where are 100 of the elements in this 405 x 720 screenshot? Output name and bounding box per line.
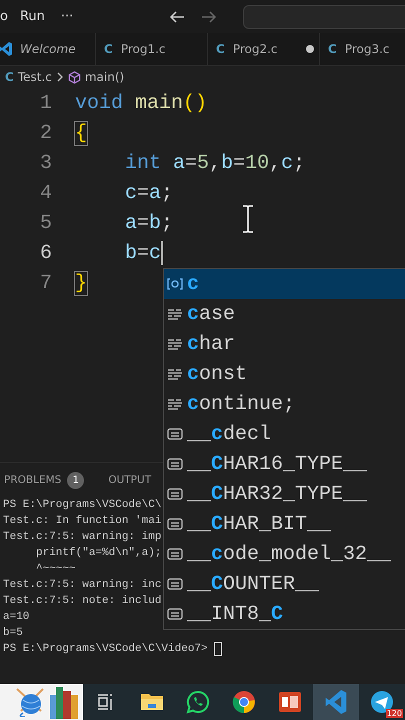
code-token: ; [161, 182, 174, 204]
presentation-icon [278, 691, 302, 713]
text-cursor-icon [242, 205, 254, 233]
code-token: = [233, 152, 246, 174]
tab-label: Prog2.c [232, 42, 278, 56]
code-token: c [149, 242, 162, 264]
bracket-match: } [75, 272, 88, 294]
c-file-icon: C [328, 42, 337, 56]
code-token: ; [161, 212, 174, 234]
suggestion-item[interactable]: __code_model_32__ [164, 539, 405, 569]
editor-tab[interactable]: C Prog1.c [96, 33, 208, 65]
menu-item[interactable]: o [0, 9, 8, 24]
code-token: c [125, 182, 138, 204]
code-token: () [183, 92, 208, 114]
menu-item[interactable]: ··· [60, 9, 74, 24]
suggestion-item[interactable]: c [164, 269, 405, 299]
text-icon [167, 518, 183, 530]
line-number: 5 [38, 212, 52, 234]
keyword-icon [167, 368, 183, 380]
code-token: , [269, 152, 282, 174]
forward-arrow-icon [201, 10, 218, 24]
search-field[interactable] [243, 4, 405, 28]
count-badge: 1 [67, 472, 84, 488]
code-token: 5 [197, 152, 210, 174]
task-view-icon [97, 692, 115, 712]
back-arrow-icon[interactable] [169, 10, 186, 24]
editor-tab[interactable]: C Prog2.c [208, 33, 320, 65]
panel-tab[interactable]: OUTPUT [108, 474, 152, 486]
terminal-line: a=10 [3, 610, 30, 625]
chat-bubble-icon [186, 690, 210, 714]
editor-logo-icon [0, 42, 12, 56]
tab-label: Prog1.c [120, 42, 166, 56]
code-token: = [137, 182, 150, 204]
suggestion-item[interactable]: __CHAR32_TYPE__ [164, 479, 405, 509]
suggestion-item[interactable]: __CHAR_BIT__ [164, 509, 405, 539]
code-token: = [137, 242, 150, 264]
keyword-icon [167, 398, 183, 410]
notification-badge: 120 [386, 709, 403, 718]
text-icon [167, 548, 183, 560]
editor-tab[interactable]: C Prog3.c [320, 33, 405, 65]
books-icon [49, 685, 79, 719]
code-token: ; [293, 152, 306, 174]
panel-tab[interactable]: PROBLEMS [4, 474, 62, 486]
c-file-icon: C [216, 42, 225, 56]
text-icon [167, 428, 183, 440]
taskbar-button[interactable]: 120 [359, 684, 405, 720]
code-token: , [209, 152, 222, 174]
suggestion-item[interactable]: const [164, 359, 405, 389]
line-number: 6 [38, 242, 52, 264]
code-token: a [125, 212, 138, 234]
terminal-line: Test.c:7:5: warning: imp [3, 530, 162, 545]
code-editor-icon [325, 690, 347, 714]
variable-icon [167, 278, 183, 290]
menu-item[interactable]: Run [20, 9, 45, 24]
code-token: int [125, 152, 162, 174]
terminal-prompt: PS E:\Programs\VSCode\C\Video7> [3, 642, 209, 657]
line-number: 1 [38, 92, 52, 114]
suggestion-item[interactable]: case [164, 299, 405, 329]
terminal-line: ^~~~~~ [35, 562, 76, 577]
line-number: 2 [38, 122, 52, 144]
code-token: b [149, 212, 162, 234]
text-icon [167, 458, 183, 470]
code-token: void [75, 92, 124, 114]
terminal-line: Test.c:7:5: note: includ [3, 594, 162, 609]
text-icon [167, 608, 183, 620]
code-token: b [125, 242, 138, 264]
suggestion-item[interactable]: __cdecl [164, 419, 405, 449]
text-caret [161, 241, 164, 265]
bracket-match: { [75, 122, 88, 144]
line-number: 4 [38, 182, 52, 204]
code-token: main [135, 92, 184, 114]
text-icon [167, 488, 183, 500]
keyword-icon [167, 338, 183, 350]
breadcrumb-item[interactable]: main() [84, 70, 124, 84]
code-token: a [149, 182, 162, 204]
terminal-line: b=5 [3, 626, 23, 641]
keyword-icon [167, 308, 183, 320]
breadcrumb-item[interactable]: Test.c [18, 70, 52, 84]
cube-icon [68, 70, 81, 84]
tab-label: Prog3.c [344, 42, 390, 56]
c-file-icon: C [104, 42, 113, 56]
terminal-line: Test.c:7:5: warning: inc [3, 578, 162, 593]
code-token: = [185, 152, 198, 174]
suggestion-item[interactable]: __CHAR16_TYPE__ [164, 449, 405, 479]
line-number: 3 [38, 152, 52, 174]
code-token: = [137, 212, 150, 234]
folder-icon [140, 692, 164, 712]
code-token: b [221, 152, 234, 174]
code-token: c [281, 152, 294, 174]
editor-tab[interactable]: Welcome [0, 33, 96, 65]
suggestion-item[interactable]: __COUNTER__ [164, 569, 405, 599]
c-file-icon: C [5, 70, 14, 84]
terminal-line: PS E:\Programs\VSCode\C\ [3, 498, 162, 513]
browser-icon [232, 690, 256, 714]
terminal-line: printf("a=%d\n",a); [35, 546, 162, 561]
unsaved-dot-icon [306, 45, 314, 53]
terminal-line: Test.c: In function 'mai [3, 514, 162, 529]
suggestion-item[interactable]: continue; [164, 389, 405, 419]
suggestion-item[interactable]: __INT8_C [164, 599, 405, 629]
suggestion-item[interactable]: char [164, 329, 405, 359]
